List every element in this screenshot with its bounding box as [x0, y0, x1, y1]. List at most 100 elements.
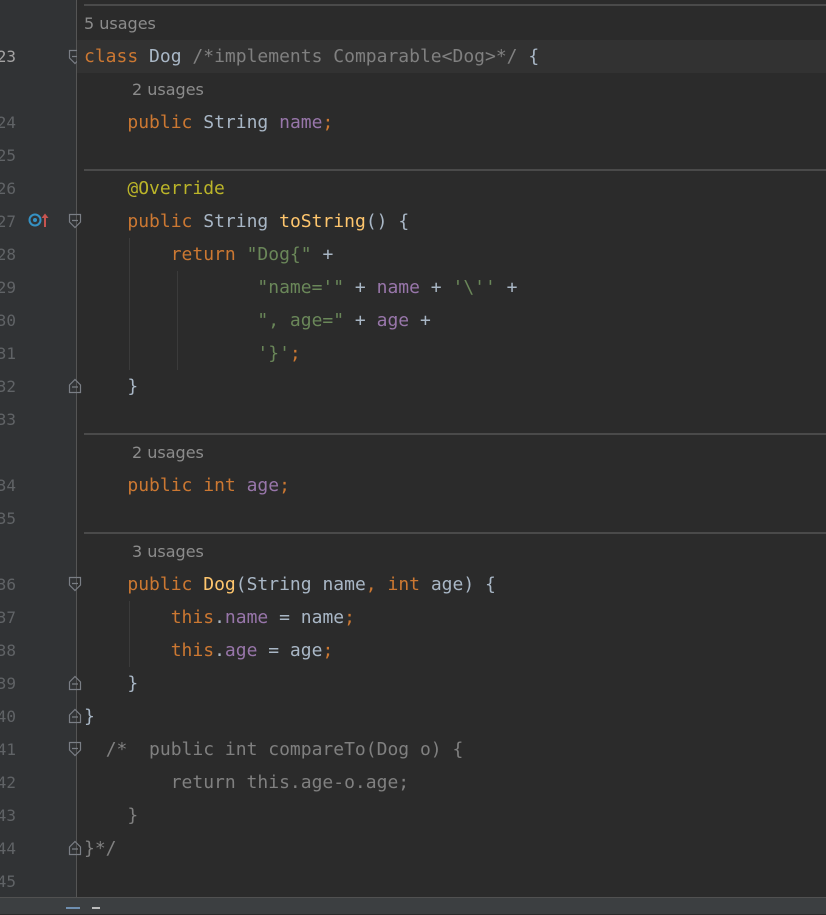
semicolon: ;	[322, 640, 334, 661]
keyword: public	[127, 112, 193, 133]
line-number[interactable]: 45	[0, 865, 16, 898]
semicolon: ;	[322, 112, 334, 133]
block-comment: return this.age-o.age;	[170, 772, 410, 793]
string-literal: "Dog{"	[246, 244, 312, 265]
field-name: name	[224, 607, 269, 628]
line-number[interactable]: 34	[0, 469, 16, 502]
line-number[interactable]: 44	[0, 832, 16, 865]
char-literal: '}'	[257, 343, 290, 364]
code-line-annotation[interactable]: @Override	[84, 172, 225, 205]
semicolon: ;	[344, 607, 355, 628]
type-keyword: int	[387, 574, 420, 595]
fold-collapse-icon[interactable]	[68, 576, 82, 592]
char-literal: '\''	[452, 277, 496, 298]
operator: +	[495, 277, 518, 298]
code-text: = name	[268, 607, 345, 628]
editor-gutter: 23 24 25 26 27 28 29 30 31 32 33 34 35 3…	[0, 0, 82, 898]
keyword: public	[127, 574, 193, 595]
field-name: age	[376, 310, 410, 331]
line-number[interactable]: 33	[0, 403, 16, 436]
line-number[interactable]: 26	[0, 172, 16, 205]
line-number[interactable]: 23	[0, 40, 16, 73]
operator: +	[344, 310, 377, 331]
fold-end-icon[interactable]	[68, 840, 82, 856]
panel-icon[interactable]	[66, 907, 80, 915]
line-number[interactable]: 35	[0, 502, 16, 535]
bottom-toolbar	[0, 897, 826, 914]
line-number[interactable]: 28	[0, 238, 16, 271]
code-line-comment[interactable]: return this.age-o.age;	[84, 766, 409, 799]
code-text: () {	[365, 211, 410, 232]
keyword: return	[170, 244, 236, 265]
fold-end-icon[interactable]	[68, 708, 82, 724]
inline-comment: /*implements Comparable<Dog>*/	[192, 46, 518, 67]
code-line-return[interactable]: return "Dog{" +	[84, 238, 334, 271]
brace: }	[84, 706, 95, 727]
fold-collapse-icon[interactable]	[68, 741, 82, 757]
line-number[interactable]: 30	[0, 304, 16, 337]
code-line-field-name[interactable]: public String name;	[84, 106, 333, 139]
code-line-comment[interactable]: }	[84, 799, 138, 832]
fold-end-icon[interactable]	[68, 675, 82, 691]
usages-hint[interactable]: 2 usages	[132, 436, 204, 469]
code-line-assign-name[interactable]: this.name = name;	[84, 601, 355, 634]
code-line-brace[interactable]: }	[84, 700, 95, 733]
line-number[interactable]: 40	[0, 700, 16, 733]
type-name: String	[203, 211, 269, 232]
code-line-closing-char[interactable]: '}';	[84, 337, 301, 370]
semicolon: ;	[279, 475, 290, 496]
code-line-constructor[interactable]: public Dog(String name, int age) {	[84, 568, 496, 601]
usages-hint[interactable]: 5 usages	[84, 7, 156, 40]
override-method-icon[interactable]	[28, 211, 50, 229]
operator: +	[419, 277, 453, 298]
code-line-tostring-signature[interactable]: public String toString() {	[84, 205, 409, 238]
line-number[interactable]: 42	[0, 766, 16, 799]
method-separator	[84, 532, 826, 534]
field-name: name	[376, 277, 420, 298]
code-line-brace[interactable]: }	[84, 370, 138, 403]
line-number[interactable]: 41	[0, 733, 16, 766]
fold-collapse-icon[interactable]	[68, 213, 82, 229]
line-number[interactable]: 43	[0, 799, 16, 832]
keyword: public	[127, 475, 193, 496]
dot: .	[214, 640, 225, 661]
code-line-concat-age[interactable]: ", age=" + age +	[84, 304, 430, 337]
block-comment: /* public int compareTo(Dog o) {	[105, 739, 464, 760]
brace: {	[528, 46, 540, 67]
line-number[interactable]: 32	[0, 370, 16, 403]
class-name: Dog	[149, 46, 182, 67]
code-line-concat-name[interactable]: "name='" + name + '\'' +	[84, 271, 518, 304]
fold-end-icon[interactable]	[68, 378, 82, 394]
code-line-comment[interactable]: }*/	[84, 832, 117, 865]
method-separator	[84, 169, 826, 171]
line-number[interactable]: 39	[0, 667, 16, 700]
usages-hint[interactable]: 3 usages	[132, 535, 204, 568]
line-number[interactable]: 38	[0, 634, 16, 667]
field-name: age	[246, 475, 280, 496]
code-text: (String name	[235, 574, 366, 595]
method-name: toString	[279, 211, 366, 232]
code-line-comment[interactable]: /* public int compareTo(Dog o) {	[84, 733, 464, 766]
code-text: = age	[257, 640, 323, 661]
code-line-field-age[interactable]: public int age;	[84, 469, 290, 502]
code-line-class-declaration[interactable]: class Dog /*implements Comparable<Dog>*/…	[84, 40, 539, 73]
line-number[interactable]: 29	[0, 271, 16, 304]
line-number[interactable]: 27	[0, 205, 16, 238]
line-number[interactable]: 31	[0, 337, 16, 370]
line-number[interactable]: 25	[0, 139, 16, 172]
usages-hint[interactable]: 2 usages	[132, 73, 204, 106]
code-line-assign-age[interactable]: this.age = age;	[84, 634, 334, 667]
panel-icon[interactable]	[92, 907, 100, 915]
constructor-name: Dog	[203, 574, 236, 595]
method-separator	[84, 433, 826, 435]
operator: +	[344, 277, 377, 298]
keyword: public	[127, 211, 193, 232]
type-keyword: int	[203, 475, 236, 496]
keyword: class	[84, 46, 139, 67]
method-separator	[84, 4, 826, 6]
line-number[interactable]: 37	[0, 601, 16, 634]
semicolon: ;	[289, 343, 301, 364]
line-number[interactable]: 24	[0, 106, 16, 139]
line-number[interactable]: 36	[0, 568, 16, 601]
code-line-brace[interactable]: }	[84, 667, 138, 700]
